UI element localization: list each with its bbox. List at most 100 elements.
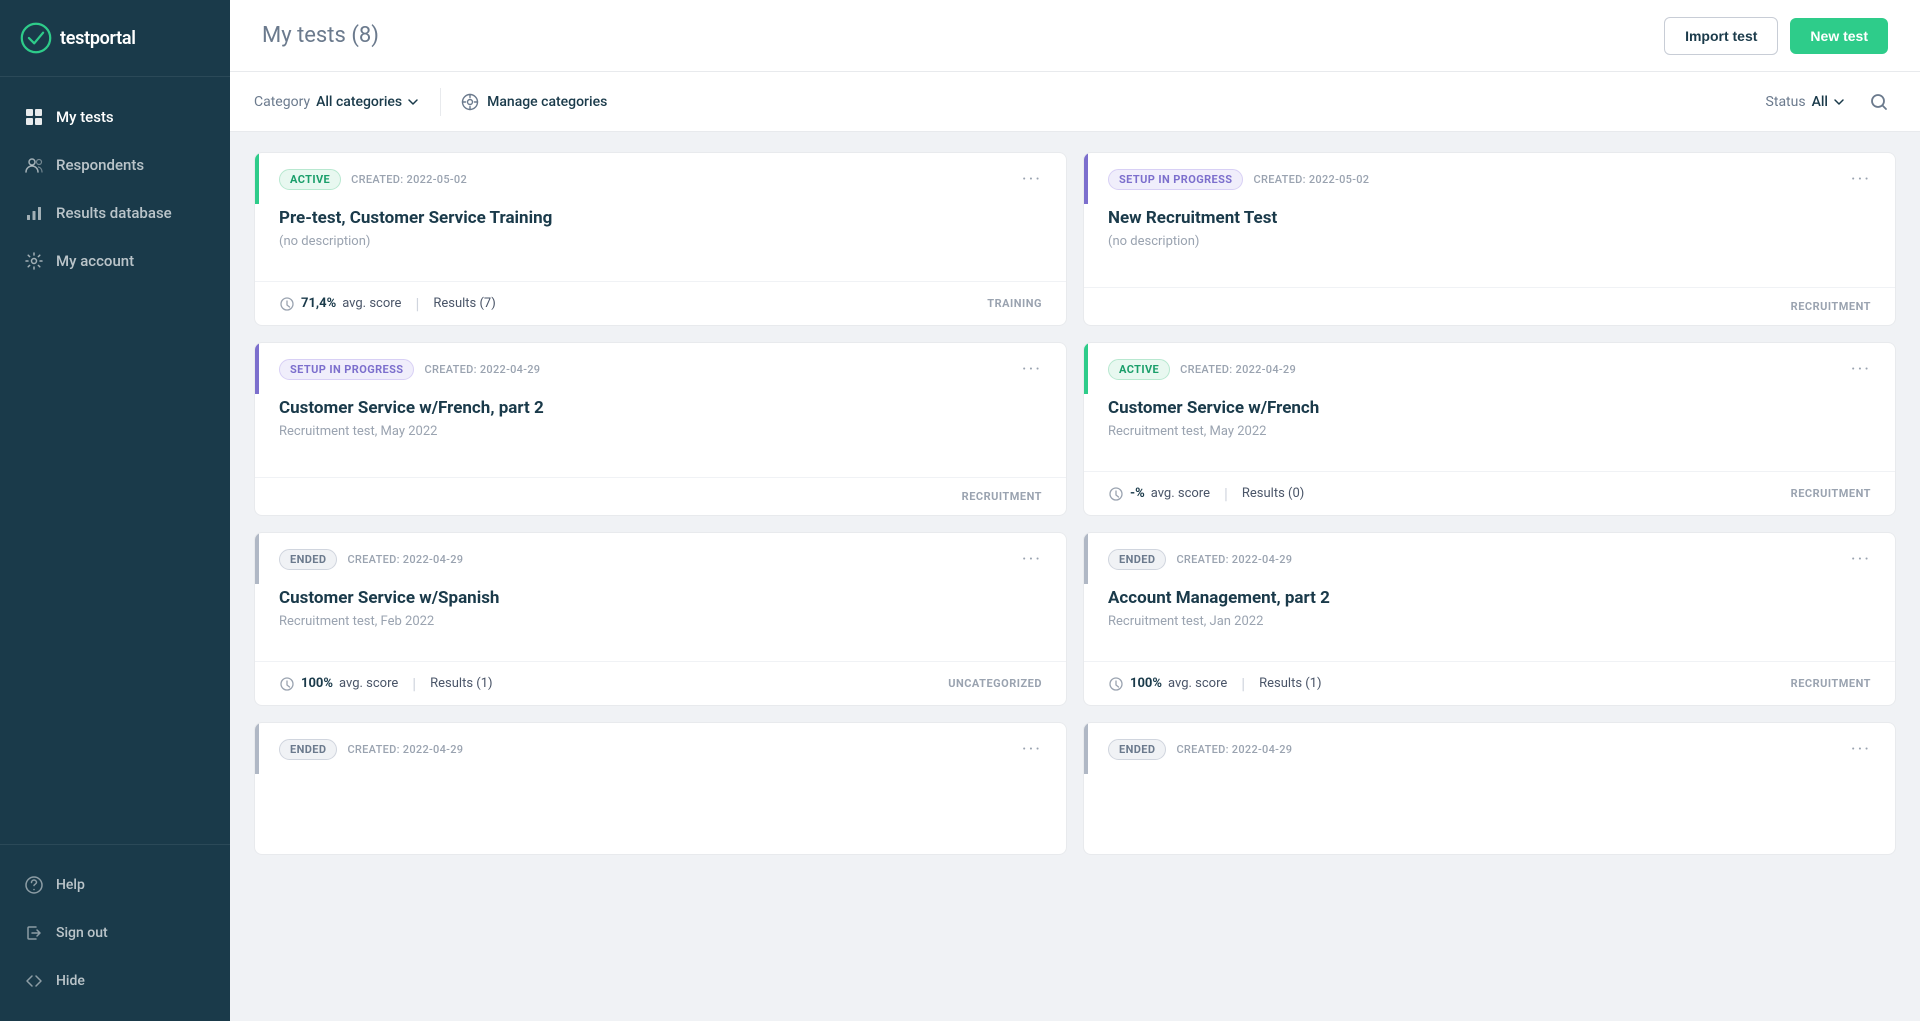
page-title: My tests (8): [262, 23, 379, 48]
card-footer: RECRUITMENT: [1084, 287, 1895, 325]
card-menu-button[interactable]: ···: [1018, 739, 1046, 760]
card-menu-button[interactable]: ···: [1847, 739, 1875, 760]
card-category: TRAINING: [987, 297, 1042, 310]
card-menu-button[interactable]: ···: [1847, 359, 1875, 380]
test-card[interactable]: SETUP IN PROGRESS CREATED: 2022-04-29 ··…: [254, 342, 1067, 516]
card-menu-button[interactable]: ···: [1847, 169, 1875, 190]
card-created: CREATED: 2022-04-29: [347, 553, 463, 566]
score-icon: [279, 296, 295, 312]
card-header: SETUP IN PROGRESS CREATED: 2022-04-29 ··…: [255, 343, 1066, 394]
card-category: RECRUITMENT: [1791, 300, 1871, 313]
test-card[interactable]: ACTIVE CREATED: 2022-04-29 ··· Customer …: [1083, 342, 1896, 516]
settings-icon: [24, 251, 44, 271]
results-count: Results (0): [1242, 486, 1304, 501]
test-grid: ACTIVE CREATED: 2022-05-02 ··· Pre-test,…: [230, 132, 1920, 1021]
sidebar-item-my-account[interactable]: My account: [0, 237, 230, 285]
avg-score: 71,4% avg. score: [279, 296, 401, 312]
card-footer: 71,4% avg. score | Results (7) TRAINING: [255, 281, 1066, 325]
card-body: Account Management, part 2 Recruitment t…: [1084, 584, 1895, 661]
test-card[interactable]: ENDED CREATED: 2022-04-29 ··· Customer S…: [254, 532, 1067, 706]
filter-bar: Category All categories Manage categorie…: [230, 72, 1920, 132]
status-filter[interactable]: Status All: [1766, 94, 1846, 110]
card-description: (no description): [1108, 234, 1871, 249]
chart-icon: [24, 203, 44, 223]
card-header: ACTIVE CREATED: 2022-04-29 ···: [1084, 343, 1895, 394]
sidebar-item-sign-out[interactable]: Sign out: [0, 909, 230, 957]
card-footer: -% avg. score | Results (0) RECRUITMENT: [1084, 471, 1895, 515]
help-icon: [24, 875, 44, 895]
sidebar-item-my-tests[interactable]: My tests: [0, 93, 230, 141]
card-title: Customer Service w/French: [1108, 398, 1871, 418]
card-footer: RECRUITMENT: [255, 477, 1066, 515]
main-content: My tests (8) Import test New test Catego…: [230, 0, 1920, 1021]
sidebar-nav: My tests Respondents Result: [0, 77, 230, 844]
score-icon: [1108, 676, 1124, 692]
signout-icon: [24, 923, 44, 943]
header-actions: Import test New test: [1664, 17, 1888, 55]
card-body: New Recruitment Test (no description): [1084, 204, 1895, 287]
status-badge: SETUP IN PROGRESS: [1108, 169, 1243, 190]
sidebar-item-signout-label: Sign out: [56, 925, 108, 941]
card-title: Pre-test, Customer Service Training: [279, 208, 1042, 228]
status-badge: ENDED: [1108, 549, 1166, 570]
sidebar-bottom: Help Sign out Hide: [0, 844, 230, 1021]
card-created: CREATED: 2022-05-02: [351, 173, 467, 186]
sidebar-item-my-tests-label: My tests: [56, 108, 114, 126]
filter-separator: [440, 88, 441, 116]
card-menu-button[interactable]: ···: [1018, 549, 1046, 570]
card-created: CREATED: 2022-04-29: [1176, 743, 1292, 756]
card-category: RECRUITMENT: [962, 490, 1042, 503]
sidebar-item-help[interactable]: Help: [0, 861, 230, 909]
card-stats: 71,4% avg. score | Results (7): [279, 294, 496, 313]
status-chevron-icon: [1832, 95, 1846, 109]
card-title: Customer Service w/Spanish: [279, 588, 1042, 608]
test-card[interactable]: ACTIVE CREATED: 2022-05-02 ··· Pre-test,…: [254, 152, 1067, 326]
status-badge: ENDED: [279, 739, 337, 760]
card-category: UNCATEGORIZED: [948, 677, 1042, 690]
manage-categories-button[interactable]: Manage categories: [461, 93, 607, 111]
sidebar-item-hide-label: Hide: [56, 973, 85, 989]
results-count: Results (1): [430, 676, 492, 691]
sidebar-item-hide[interactable]: Hide: [0, 957, 230, 1005]
test-card[interactable]: ENDED CREATED: 2022-04-29 ···: [254, 722, 1067, 855]
logo[interactable]: testportal: [0, 0, 230, 77]
card-footer: 100% avg. score | Results (1) RECRUITMEN…: [1084, 661, 1895, 705]
card-description: (no description): [279, 234, 1042, 249]
test-card[interactable]: ENDED CREATED: 2022-04-29 ··· Account Ma…: [1083, 532, 1896, 706]
card-body: Customer Service w/French, part 2 Recrui…: [255, 394, 1066, 477]
card-header: ENDED CREATED: 2022-04-29 ···: [255, 723, 1066, 774]
card-menu-button[interactable]: ···: [1018, 169, 1046, 190]
test-card[interactable]: ENDED CREATED: 2022-04-29 ···: [1083, 722, 1896, 855]
score-icon: [1108, 486, 1124, 502]
logo-text: testportal: [60, 28, 136, 49]
sidebar-item-account-label: My account: [56, 252, 134, 270]
sidebar-item-respondents[interactable]: Respondents: [0, 141, 230, 189]
filter-right: Status All: [1766, 85, 1896, 119]
manage-categories-icon: [461, 93, 479, 111]
import-test-button[interactable]: Import test: [1664, 17, 1778, 55]
card-description: Recruitment test, Jan 2022: [1108, 614, 1871, 629]
card-description: Recruitment test, May 2022: [279, 424, 1042, 439]
category-label: Category: [254, 94, 310, 110]
card-stats: 100% avg. score | Results (1): [279, 674, 493, 693]
avg-score: -% avg. score: [1108, 486, 1210, 502]
card-description: Recruitment test, Feb 2022: [279, 614, 1042, 629]
card-title: Customer Service w/French, part 2: [279, 398, 1042, 418]
score-icon: [279, 676, 295, 692]
sidebar-item-help-label: Help: [56, 877, 85, 893]
sidebar-item-results-database[interactable]: Results database: [0, 189, 230, 237]
results-count: Results (1): [1259, 676, 1321, 691]
status-label: Status: [1766, 94, 1806, 110]
new-test-button[interactable]: New test: [1790, 18, 1888, 54]
card-menu-button[interactable]: ···: [1847, 549, 1875, 570]
sidebar-item-results-label: Results database: [56, 204, 172, 222]
category-value: All categories: [316, 94, 420, 110]
category-filter[interactable]: Category All categories: [254, 94, 420, 110]
people-icon: [24, 155, 44, 175]
search-button[interactable]: [1862, 85, 1896, 119]
page-header: My tests (8) Import test New test: [230, 0, 1920, 72]
card-footer: 100% avg. score | Results (1) UNCATEGORI…: [255, 661, 1066, 705]
test-card[interactable]: SETUP IN PROGRESS CREATED: 2022-05-02 ··…: [1083, 152, 1896, 326]
card-menu-button[interactable]: ···: [1018, 359, 1046, 380]
card-title: Account Management, part 2: [1108, 588, 1871, 608]
